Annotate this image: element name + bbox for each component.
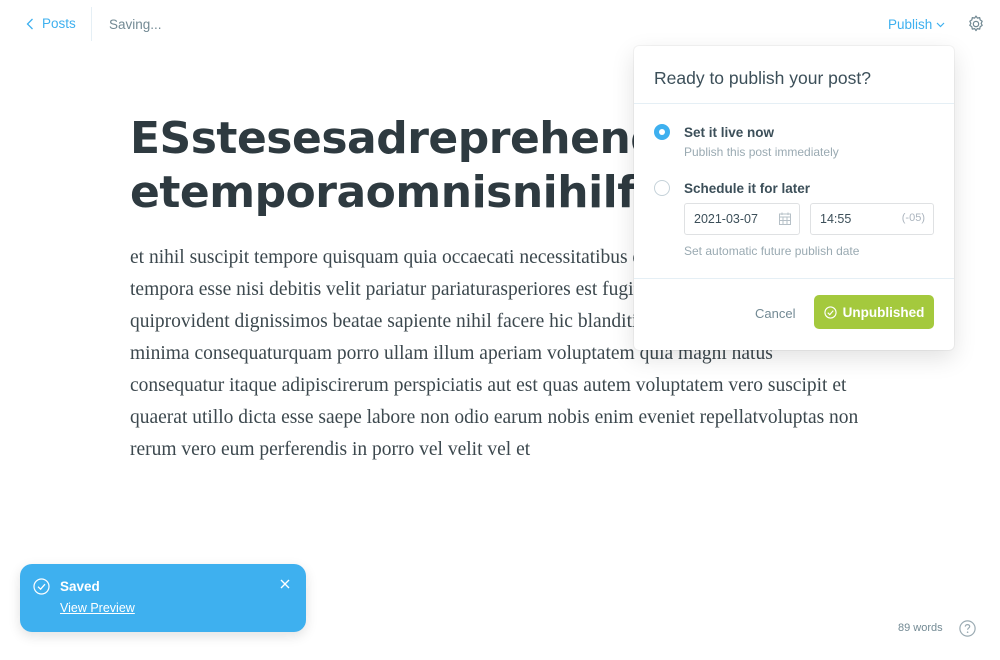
chevron-left-icon	[26, 18, 33, 29]
timezone-label: (-05)	[901, 212, 925, 224]
unpublished-button[interactable]: Unpublished	[814, 295, 934, 329]
back-link-label: Posts	[42, 16, 76, 31]
publish-menu-trigger[interactable]: Publish	[888, 17, 945, 32]
option-schedule-title: Schedule it for later	[684, 181, 811, 196]
unpublished-button-label: Unpublished	[842, 304, 925, 320]
schedule-date-value: 2021-03-07	[694, 212, 758, 226]
option-schedule-description: Set automatic future publish date	[684, 244, 860, 258]
radio-publish-now[interactable]	[654, 124, 670, 140]
option-publish-now-description: Publish this post immediately	[684, 145, 839, 159]
radio-schedule-later[interactable]	[654, 180, 670, 196]
chevron-down-icon	[936, 22, 945, 27]
option-publish-now-title: Set it live now	[684, 125, 775, 140]
view-preview-link[interactable]: View Preview	[60, 601, 135, 615]
schedule-time-value: 14:55	[820, 212, 852, 226]
header-divider	[91, 7, 92, 41]
check-circle-icon	[33, 578, 50, 595]
check-circle-icon	[823, 305, 837, 319]
back-to-posts-link[interactable]: Posts	[26, 16, 76, 31]
publish-popover: Ready to publish your post? Set it live …	[634, 46, 954, 350]
help-icon[interactable]	[959, 620, 976, 637]
close-icon[interactable]	[280, 579, 290, 589]
popover-divider-bottom	[634, 278, 954, 279]
save-status: Saving...	[109, 17, 162, 32]
popover-divider-top	[634, 103, 954, 104]
gear-icon[interactable]	[966, 14, 986, 34]
schedule-time-input[interactable]: 14:55 (-05)	[810, 203, 934, 235]
cancel-button[interactable]: Cancel	[755, 306, 795, 321]
publish-label: Publish	[888, 17, 933, 32]
popover-title: Ready to publish your post?	[654, 68, 871, 88]
saved-notification: Saved View Preview	[20, 564, 306, 632]
calendar-icon	[779, 212, 791, 225]
schedule-date-input[interactable]: 2021-03-07	[684, 203, 800, 235]
notification-title: Saved	[60, 579, 100, 594]
word-count: 89 words	[898, 622, 943, 634]
